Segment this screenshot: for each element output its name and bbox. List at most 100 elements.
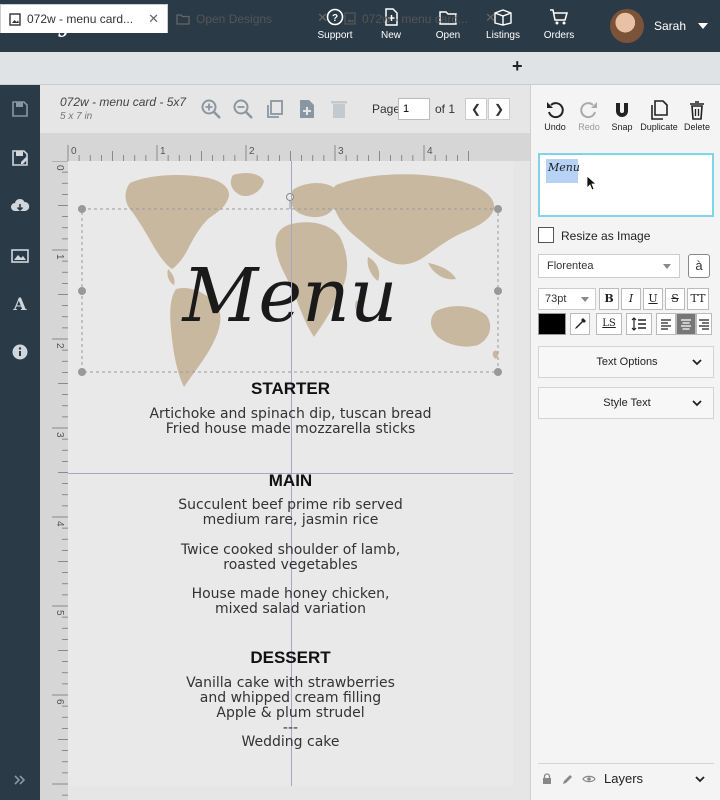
chevron-down-icon [695,776,705,783]
strikethrough-button[interactable]: S [665,288,685,310]
font-family-value: Florentea [547,260,594,272]
menu-line[interactable]: Artichoke and spinach dip, tuscan bread [68,407,513,422]
uppercase-button[interactable]: TT [687,288,709,310]
layers-panel-toggle[interactable]: Layers [538,763,714,793]
user-name: Sarah [654,19,687,33]
image-icon[interactable] [10,246,30,266]
image-file-icon [344,12,356,25]
text-icon[interactable]: A [10,294,30,314]
page-count-label: of 1 [435,102,456,116]
menu-line[interactable]: Twice cooked shoulder of lamb, [68,543,513,558]
ruler-label: 0 [54,165,65,171]
trash-icon[interactable] [328,98,350,120]
eyedropper-icon [575,318,586,329]
copy-page-icon[interactable] [264,98,286,120]
user-menu[interactable]: Sarah [610,9,709,43]
ruler-label: 6 [54,699,65,705]
svg-text:A: A [12,295,27,314]
ruler-label: 3 [338,146,344,157]
delete-label: Delete [683,122,710,132]
zoom-in-icon[interactable] [200,98,222,120]
resize-as-image-label: Resize as Image [561,229,651,243]
tab-label: 072w - menu card... [27,12,134,26]
snap-button[interactable]: Snap [607,100,637,132]
italic-button[interactable]: I [621,288,641,310]
resize-as-image-checkbox[interactable] [538,227,554,243]
section-heading-dessert[interactable]: DESSERT [68,648,513,668]
menu-line[interactable]: Apple & plum strudel [68,706,513,721]
trash-icon [690,101,704,120]
tab-menu-card-2[interactable]: 072w - menu card... ✕ [336,4,504,33]
ruler-label: 4 [427,146,433,157]
tab-menu-card-active[interactable]: 072w - menu card... ✕ [0,4,168,33]
chevron-down-icon [698,23,709,29]
ruler-label: 4 [54,521,65,527]
tab-open-designs[interactable]: Open Designs ✕ [168,4,336,33]
menu-line[interactable]: roasted vegetables [68,558,513,573]
align-right-button[interactable] [696,313,712,335]
menu-line[interactable]: and whipped cream filling [68,691,513,706]
section-heading-starter[interactable]: STARTER [68,379,513,399]
text-options-accordion[interactable]: Text Options [538,346,714,378]
next-page-button[interactable]: ❯ [488,98,510,120]
info-icon[interactable] [10,342,30,362]
delete-button[interactable]: Delete [682,100,712,132]
font-family-select[interactable]: Florentea [538,254,680,278]
menu-line[interactable]: medium rare, jasmin rice [68,513,513,528]
cart-icon [550,9,568,25]
redo-button[interactable]: Redo [574,100,604,132]
section-heading-main[interactable]: MAIN [68,471,513,491]
new-tab-button[interactable]: + [512,56,523,77]
align-center-icon [681,319,691,330]
selected-text[interactable]: Menu [548,161,580,174]
font-size-select[interactable]: 73pt [538,288,596,310]
close-icon[interactable]: ✕ [485,10,496,26]
bold-button[interactable]: B [599,288,619,310]
mouse-cursor-icon [586,175,598,191]
align-right-icon [699,319,709,330]
ruler-label: 3 [54,432,65,438]
glyphs-button[interactable]: à [688,254,710,278]
font-size-value: 73pt [545,293,567,305]
zoom-out-icon[interactable] [232,98,254,120]
folder-icon [176,13,190,25]
duplicate-label: Duplicate [640,122,678,132]
text-edit-area[interactable]: Menu [538,153,714,217]
close-icon[interactable]: ✕ [317,10,328,26]
snap-label: Snap [611,122,633,132]
menu-line[interactable]: Vanilla cake with strawberries [68,676,513,691]
duplicate-button[interactable]: Duplicate [639,100,679,132]
style-text-accordion[interactable]: Style Text [538,387,714,419]
undo-label: Undo [544,122,566,132]
line-height-button[interactable] [626,313,652,335]
chevron-down-icon [663,264,671,269]
save-icon[interactable] [10,99,30,119]
expand-sidebar-icon[interactable] [10,770,30,790]
prev-page-button[interactable]: ❮ [465,98,487,120]
align-center-button[interactable] [676,313,696,335]
align-left-button[interactable] [656,313,676,335]
close-icon[interactable]: ✕ [148,11,159,27]
eyedropper-button[interactable] [570,313,590,335]
avatar [610,9,644,43]
align-left-icon [661,319,671,330]
magnet-icon [616,103,628,117]
menu-line[interactable]: Wedding cake [68,735,513,750]
page-number-input[interactable] [398,98,430,120]
undo-button[interactable]: Undo [540,100,570,132]
cloud-download-icon[interactable] [10,196,30,216]
add-page-icon[interactable] [296,98,318,120]
menu-line[interactable]: Fried house made mozzarella sticks [68,422,513,437]
page-label: Page [372,102,401,116]
menu-line[interactable]: Succulent beef prime rib served [68,498,513,513]
redo-icon [580,102,597,119]
underline-button[interactable]: U [643,288,663,310]
nav-orders[interactable]: Orders [529,8,589,41]
menu-line[interactable]: mixed salad variation [68,602,513,617]
letter-spacing-button[interactable]: LS [596,313,622,335]
text-color-swatch[interactable] [538,313,566,335]
document-size: 5 x 7 in [60,111,93,122]
menu-script-title[interactable]: Menu [181,253,398,339]
menu-line[interactable]: House made honey chicken, [68,587,513,602]
save-as-icon[interactable] [10,148,30,168]
